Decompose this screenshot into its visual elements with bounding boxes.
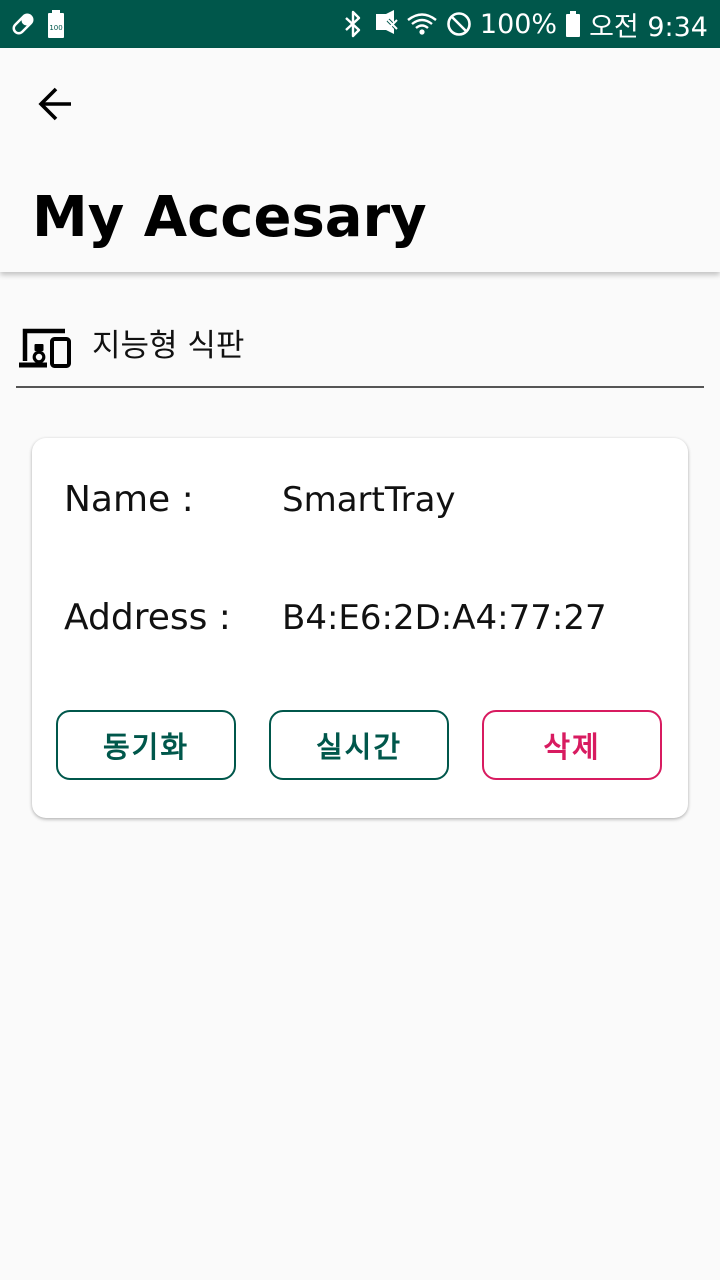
section-label: 지능형 식판	[92, 328, 245, 364]
battery-100-icon: 100	[46, 9, 66, 39]
delete-button[interactable]: 삭제	[482, 710, 662, 780]
section-header: 지능형 식판	[16, 318, 704, 388]
sync-button[interactable]: 동기화	[56, 710, 236, 780]
status-left-icons: 100	[10, 9, 66, 39]
battery-full-icon	[565, 10, 581, 38]
clock: 오전 9:34	[589, 11, 708, 43]
status-bar: 100 100% 오전 9:34	[0, 0, 720, 48]
arrow-back-icon	[36, 84, 76, 128]
address-label: Address :	[64, 597, 231, 638]
svg-text:100: 100	[49, 24, 62, 32]
device-card: Name : SmartTray Address : B4:E6:2D:A4:7…	[32, 438, 688, 818]
back-button[interactable]	[24, 74, 88, 138]
battery-percent: 100%	[479, 8, 558, 40]
status-right-icons: 100% 오전 9:34	[344, 5, 708, 44]
vibrate-off-icon	[370, 10, 398, 38]
wifi-icon	[406, 11, 438, 37]
page-title: My Accesary	[32, 185, 427, 250]
devices-icon	[16, 326, 74, 370]
realtime-button[interactable]: 실시간	[269, 710, 449, 780]
app-bar: My Accesary	[0, 48, 720, 272]
pill-icon	[10, 11, 36, 37]
do-not-disturb-icon	[446, 11, 472, 37]
name-value: SmartTray	[282, 480, 456, 520]
bluetooth-icon	[344, 10, 362, 38]
address-value: B4:E6:2D:A4:77:27	[282, 598, 607, 638]
name-label: Name :	[64, 479, 194, 520]
